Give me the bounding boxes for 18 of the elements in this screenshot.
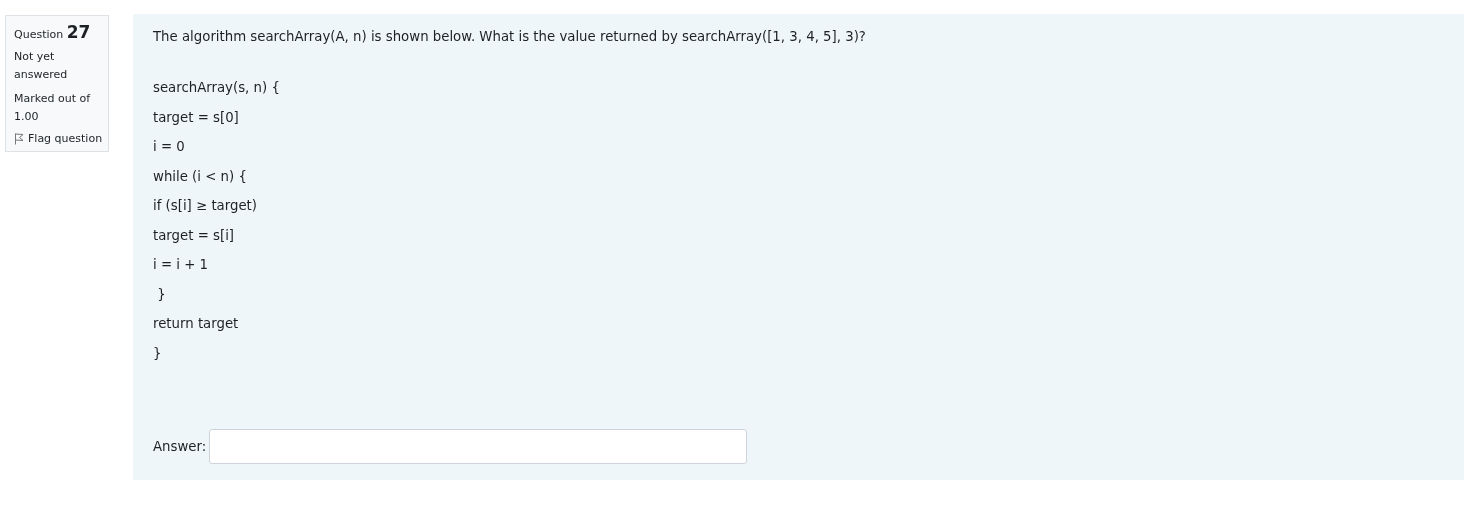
question-marks: Marked out of 1.00	[14, 91, 92, 125]
flag-question-link[interactable]: Flag question	[14, 132, 108, 145]
code-line: if (s[i] ≥ target)	[153, 198, 257, 213]
question-status: Not yet answered	[14, 49, 69, 83]
answer-label: Answer:	[153, 439, 207, 454]
code-line: target = s[i]	[153, 227, 235, 243]
code-line: return target	[153, 316, 239, 331]
answer-field[interactable]	[209, 429, 748, 464]
flag-icon	[14, 132, 24, 145]
question-text: The algorithm searchArray(A, n) is shown below. What is the value returned by searchArray([1, 3, 4, 5], 3)?	[153, 28, 867, 46]
question-number: Question 27	[14, 22, 92, 42]
code-line: }	[156, 286, 166, 302]
code-line: target = s[0]	[153, 109, 239, 125]
code-line: searchArray(s, n) {	[153, 80, 280, 95]
code-line: }	[153, 345, 162, 361]
code-line: while (i < n) {	[153, 168, 247, 184]
code-line: i = i + 1	[153, 257, 209, 272]
code-line: i = 0	[153, 139, 185, 154]
